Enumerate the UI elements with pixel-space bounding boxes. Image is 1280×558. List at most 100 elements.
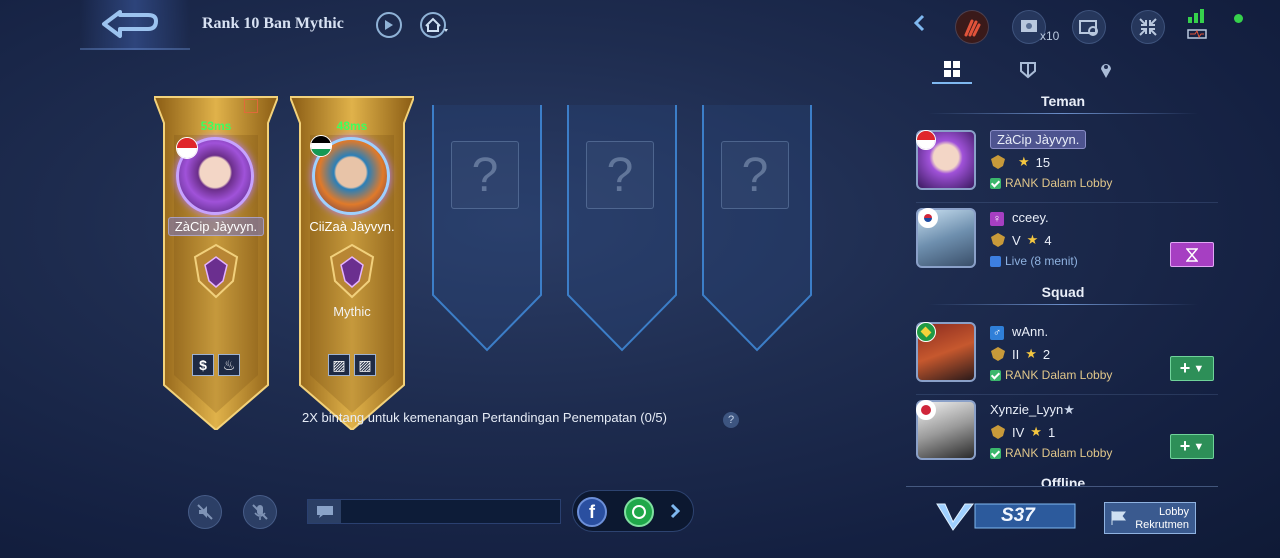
brazil-flag-icon [916, 322, 936, 342]
female-icon: ♀ [990, 212, 1004, 226]
hero-claw-button[interactable] [955, 10, 989, 44]
friend-name: ZàCip Jàyvyn. [990, 130, 1087, 149]
spell-icon-2: ♨ [218, 354, 240, 376]
tab-squad[interactable] [1008, 56, 1048, 84]
more-share-button[interactable] [669, 503, 681, 524]
friend-rank: V ★ 4 [990, 232, 1052, 248]
empty-banner [432, 105, 542, 352]
panel-divider [906, 486, 1218, 487]
season-label: S37 [1001, 505, 1035, 526]
friend-tier: V [1012, 232, 1021, 248]
share-bar: f [572, 490, 694, 532]
card-refresh-icon [1079, 20, 1098, 36]
empty-slot-placeholder: ? [451, 141, 519, 209]
star-icon: ★ [1030, 424, 1042, 439]
facebook-icon: f [589, 501, 595, 522]
signal-icon [1187, 9, 1207, 39]
empty-slot-4[interactable]: ? [566, 95, 678, 430]
offline-section-header: Offline [908, 476, 1218, 486]
chat-input[interactable] [307, 499, 561, 524]
empty-banner [567, 105, 677, 352]
player-slot-2[interactable]: 48ms CiiZaà Jàyvyn. Mythic ▨ ▨ [290, 95, 414, 430]
mythic-rank-emblem-icon [193, 243, 239, 299]
star-icon: ★ [1026, 232, 1039, 247]
help-button[interactable]: ? [723, 412, 739, 428]
play-icon [385, 20, 393, 30]
invite-button[interactable]: + ▼ [1170, 356, 1214, 381]
network-status [1187, 8, 1211, 45]
squad-member-row[interactable]: ♂ wAnn. II ★ 2 RANK Dalam Lobby + ▼ [916, 322, 1218, 396]
plus-icon: + [1179, 436, 1191, 456]
tab-nearby[interactable] [1086, 56, 1126, 84]
empty-banner [702, 105, 812, 352]
player-slot-1[interactable]: 53ms ZàCip Jàyvyn. $ ♨ [154, 95, 278, 430]
chat-bubble-icon [308, 500, 341, 523]
star-suffix: ★ [1063, 402, 1075, 417]
whatsapp-icon [632, 505, 646, 519]
claw-icon [964, 19, 981, 37]
rank-icon [991, 425, 1005, 439]
back-button[interactable] [80, 0, 190, 50]
member-tier: II [1012, 346, 1020, 362]
minimize-button[interactable] [1131, 10, 1165, 44]
friend-row[interactable]: ZàCip Jàyvyn. ★ 15 RANK Dalam Lobby [916, 130, 1218, 204]
empty-slot-5[interactable]: ? [701, 95, 813, 430]
invite-pending-button[interactable] [1170, 242, 1214, 267]
indonesia-flag-icon [916, 130, 936, 150]
friend-row[interactable]: ♀ cceey. V ★ 4 Live (8 menit) [916, 208, 1218, 282]
shield-icon [1020, 62, 1036, 79]
ping-label: 53ms [200, 119, 232, 133]
collapse-panel-button[interactable] [912, 14, 926, 37]
chevron-right-icon [670, 503, 681, 519]
player-name: CiiZaà Jàyvyn. [309, 219, 395, 234]
invite-count: x10 [1040, 29, 1060, 43]
male-icon: ♂ [990, 326, 1004, 340]
divider [916, 202, 1218, 203]
chevron-down-icon: ▼ [1193, 440, 1205, 453]
location-pin-icon [1101, 64, 1111, 78]
speaker-mute-button[interactable] [188, 495, 222, 529]
friend-status: RANK Dalam Lobby [990, 176, 1112, 190]
member-stars: 1 [1047, 424, 1056, 440]
room-title: Rank 10 Ban Mythic [202, 15, 344, 32]
rank-icon [991, 347, 1005, 361]
play-button[interactable] [376, 12, 402, 38]
korea-flag-icon [918, 208, 938, 228]
tab-friends-grid[interactable] [932, 56, 972, 84]
social-panel: Teman ZàCip Jàyvyn. ★ 15 RANK Dalam Lobby… [908, 50, 1218, 486]
back-arrow-icon [102, 10, 158, 38]
rank-label: Mythic [333, 304, 371, 319]
room-settings-button[interactable] [420, 11, 452, 39]
invite-button[interactable]: + ▼ [1170, 434, 1214, 459]
spell-icon-1: ▨ [328, 354, 350, 376]
placement-bonus-text: 2X bintang untuk kemenangan Pertandingan… [302, 410, 667, 425]
squad-member-row[interactable]: Xynzie_Lyyn★ IV ★ 1 RANK Dalam Lobby + ▼ [916, 400, 1218, 474]
share-room-button[interactable] [1072, 10, 1106, 44]
member-rank: II ★ 2 [990, 346, 1050, 362]
member-status: RANK Dalam Lobby [990, 446, 1112, 460]
friends-section-header: Teman [908, 93, 1218, 114]
palestine-flag-icon [310, 135, 332, 157]
facebook-share-button[interactable]: f [577, 497, 607, 527]
member-tier: IV [1012, 424, 1025, 440]
home-dropdown-icon [420, 12, 448, 38]
compress-icon [1139, 18, 1157, 36]
recruit-lobby-button[interactable]: Lobby Rekrutmen [1104, 502, 1196, 534]
hourglass-icon [1186, 247, 1198, 262]
plus-icon: + [1179, 358, 1191, 378]
member-status: RANK Dalam Lobby [990, 368, 1112, 382]
mythic-rank-icon [991, 233, 1005, 247]
whatsapp-share-button[interactable] [624, 497, 654, 527]
check-icon [990, 447, 1001, 459]
empty-slot-3[interactable]: ? [431, 95, 543, 430]
chevron-down-icon: ▼ [1193, 362, 1205, 375]
friend-status: Live (8 menit) [990, 254, 1078, 268]
speaker-muted-icon [197, 504, 213, 520]
check-icon [990, 177, 1001, 189]
mythic-rank-icon [991, 155, 1005, 169]
grid-icon [944, 61, 960, 77]
room-owner-icon [244, 99, 258, 113]
empty-slot-placeholder: ? [721, 141, 789, 209]
mythic-rank-emblem-icon [329, 243, 375, 299]
mic-mute-button[interactable] [243, 495, 277, 529]
